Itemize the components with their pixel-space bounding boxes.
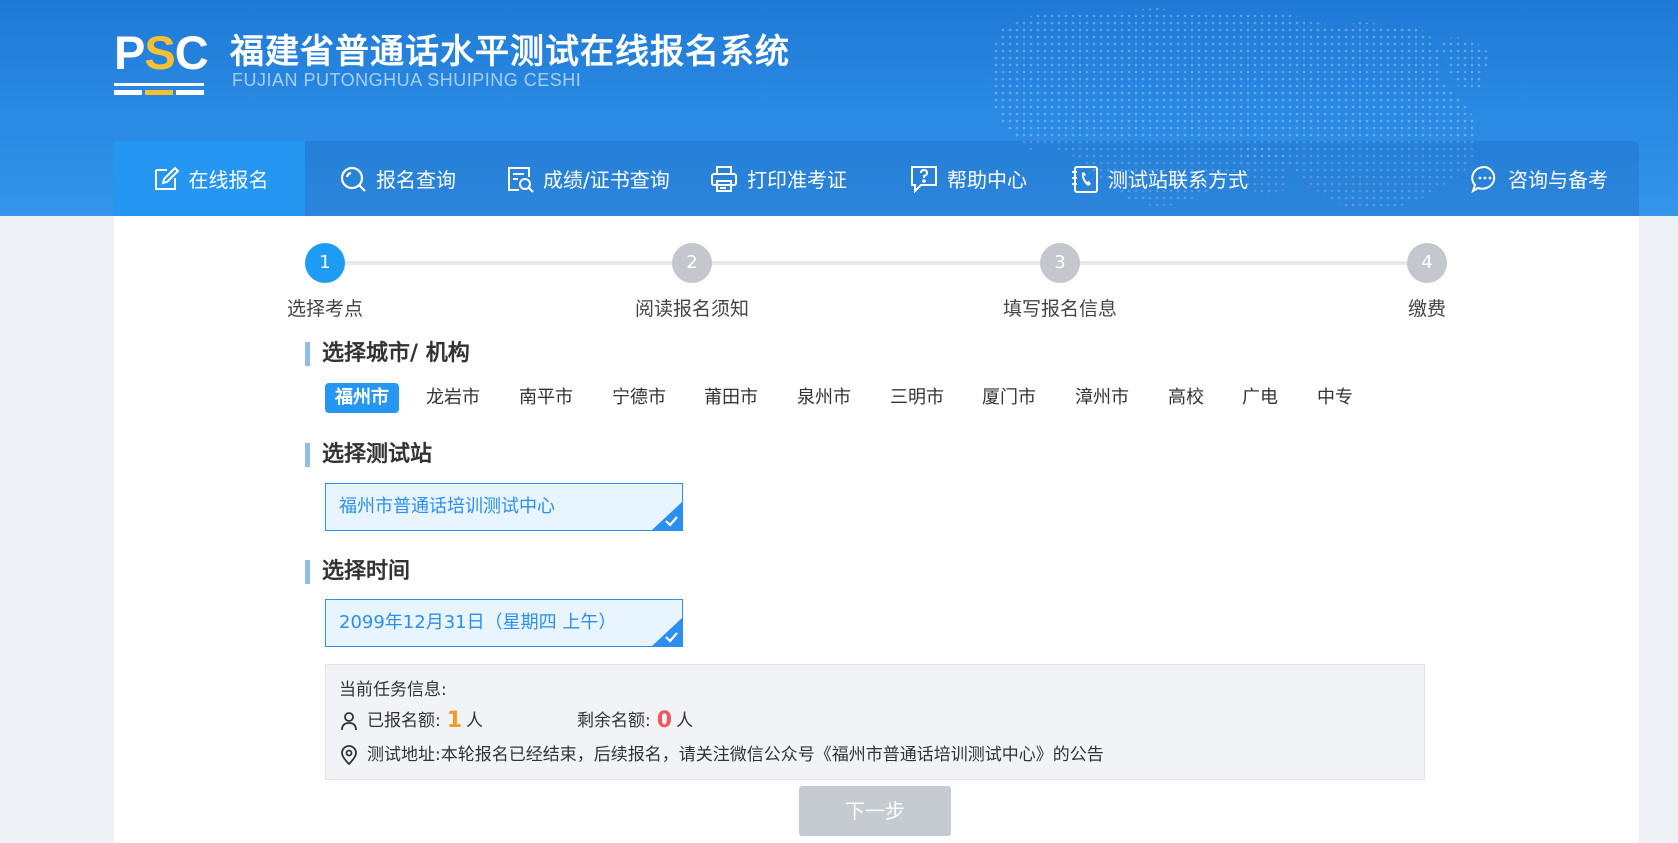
next-step-button[interactable]: 下一步 bbox=[799, 786, 951, 836]
nav-item-consult-prepare[interactable]: 咨询与备考 bbox=[1470, 141, 1608, 216]
site-header: PSC 福建省普通话水平测试在线报名系统 FUJIAN PUTONGHUA SH… bbox=[0, 0, 1678, 216]
step-3-circle: 3 bbox=[1040, 243, 1080, 283]
search-icon bbox=[340, 166, 366, 192]
nav-item-print-admission-ticket[interactable]: 打印准考证 bbox=[709, 141, 847, 216]
help-icon bbox=[911, 165, 937, 193]
city-tab-quanzhou[interactable]: 泉州市 bbox=[797, 383, 851, 413]
stepper-track bbox=[325, 261, 1437, 265]
city-tab-broadcasting[interactable]: 广电 bbox=[1242, 383, 1278, 413]
site-title: 福建省普通话水平测试在线报名系统 bbox=[230, 32, 790, 72]
document-search-icon bbox=[508, 166, 534, 193]
chat-icon bbox=[1471, 165, 1496, 193]
location-pin-icon bbox=[341, 745, 357, 765]
edit-icon bbox=[154, 166, 179, 190]
city-tab-nanping[interactable]: 南平市 bbox=[519, 383, 573, 413]
step-2-label: 阅读报名须知 bbox=[634, 298, 749, 320]
selected-check-icon bbox=[652, 618, 682, 646]
remaining-count: 0 bbox=[656, 708, 673, 733]
task-info-box: 当前任务信息: 已报名额: 1 人 剩余名额: 0 人 测试地址: 本轮报名已经… bbox=[325, 664, 1425, 780]
city-tab-longyan[interactable]: 龙岩市 bbox=[426, 383, 480, 413]
nav-label: 测试站联系方式 bbox=[1108, 168, 1248, 192]
registered-label: 已报名额: bbox=[367, 711, 441, 731]
step-4-label: 缴费 bbox=[1407, 298, 1446, 320]
step-2-circle: 2 bbox=[672, 243, 712, 283]
nav-item-registration-query[interactable]: 报名查询 bbox=[338, 141, 456, 216]
address-row: 测试地址: 本轮报名已经结束，后续报名，请关注微信公众号《福州市普通话培训测试中… bbox=[339, 742, 1104, 768]
city-tab-sanming[interactable]: 三明市 bbox=[890, 383, 944, 413]
city-tab-fuzhou[interactable]: 福州市 bbox=[325, 383, 399, 413]
registration-panel: 1 2 3 4 选择考点 阅读报名须知 填写报名信息 缴费 选择城市/ 机构 福… bbox=[114, 216, 1639, 843]
city-tab-colleges[interactable]: 高校 bbox=[1168, 383, 1204, 413]
nav-item-score-certificate-query[interactable]: 成绩/证书查询 bbox=[505, 141, 670, 216]
address-value: 本轮报名已经结束，后续报名，请关注微信公众号《福州市普通话培训测试中心》的公告 bbox=[440, 745, 1104, 765]
city-tab-ningde[interactable]: 宁德市 bbox=[612, 383, 666, 413]
step-3-label: 填写报名信息 bbox=[1002, 298, 1117, 320]
nav-item-online-registration[interactable]: 在线报名 bbox=[114, 141, 305, 216]
quota-row: 已报名额: 1 人 剩余名额: 0 人 bbox=[339, 708, 693, 734]
nav-label: 报名查询 bbox=[376, 168, 456, 192]
test-station-option[interactable]: 福州市普通话培训测试中心 bbox=[325, 483, 683, 531]
task-info-heading: 当前任务信息: bbox=[339, 680, 447, 700]
test-time-option[interactable]: 2099年12月31日（星期四 上午） bbox=[325, 599, 683, 647]
nav-item-help-center[interactable]: 帮助中心 bbox=[909, 141, 1027, 216]
nav-label: 成绩/证书查询 bbox=[543, 168, 670, 192]
city-tab-xiamen[interactable]: 厦门市 bbox=[982, 383, 1036, 413]
main-nav: 在线报名 报名查询 成绩/证书查询 打印准考证 帮助中心 测试站联系方式 咨询与… bbox=[114, 141, 1639, 216]
registered-count: 1 bbox=[446, 708, 463, 733]
site-subtitle: FUJIAN PUTONGHUA SHUIPING CESHI bbox=[232, 70, 582, 90]
nav-label: 在线报名 bbox=[188, 168, 269, 192]
remaining-unit: 人 bbox=[676, 711, 694, 731]
city-tab-putian[interactable]: 莆田市 bbox=[704, 383, 758, 413]
step-1-circle: 1 bbox=[305, 243, 345, 283]
city-tab-vocational[interactable]: 中专 bbox=[1317, 383, 1353, 413]
test-station-value: 福州市普通话培训测试中心 bbox=[339, 496, 555, 517]
nav-item-test-station-contacts[interactable]: 测试站联系方式 bbox=[1070, 141, 1248, 216]
city-tab-zhangzhou[interactable]: 漳州市 bbox=[1075, 383, 1129, 413]
user-icon bbox=[341, 712, 357, 731]
address-label: 测试地址: bbox=[367, 745, 441, 765]
step-1-label: 选择考点 bbox=[286, 298, 363, 320]
remaining-label: 剩余名额: bbox=[577, 711, 651, 731]
test-time-value: 2099年12月31日（星期四 上午） bbox=[339, 612, 617, 633]
step-4-circle: 4 bbox=[1407, 243, 1447, 283]
selected-check-icon bbox=[652, 502, 682, 530]
station-section-title: 选择测试站 bbox=[305, 441, 432, 469]
nav-label: 帮助中心 bbox=[947, 168, 1027, 192]
psc-logo: PSC bbox=[114, 28, 209, 95]
phone-book-icon bbox=[1072, 165, 1098, 193]
city-section-title: 选择城市/ 机构 bbox=[305, 340, 470, 368]
nav-label: 咨询与备考 bbox=[1508, 168, 1608, 192]
time-section-title: 选择时间 bbox=[305, 558, 410, 586]
registered-unit: 人 bbox=[466, 711, 484, 731]
nav-label: 打印准考证 bbox=[747, 168, 847, 192]
printer-icon bbox=[711, 165, 737, 192]
